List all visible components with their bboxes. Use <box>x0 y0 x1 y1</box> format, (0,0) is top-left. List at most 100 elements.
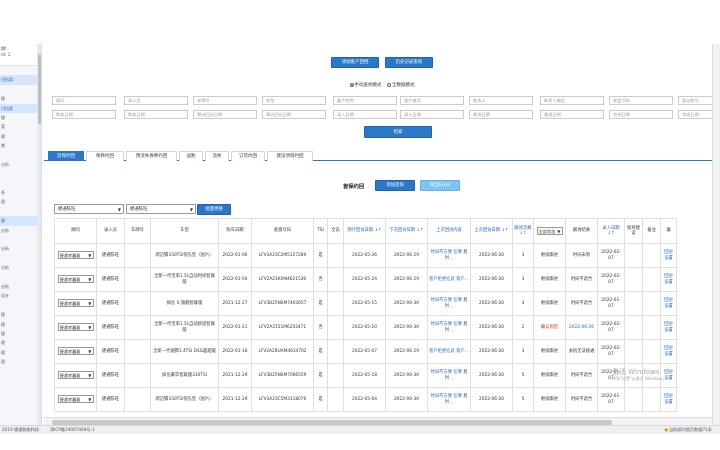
filter-input[interactable]: 录入日期 <box>400 110 464 119</box>
table-horizontal-scrollbar[interactable] <box>44 417 712 425</box>
sidebar-item[interactable] <box>0 179 41 188</box>
radio-manual-mode[interactable]: 手动查找模式 <box>349 82 382 88</box>
cell-op[interactable]: 回访 设置 <box>660 267 677 292</box>
sidebar-item[interactable] <box>0 301 41 310</box>
sidebar-item[interactable]: 理 <box>0 197 41 206</box>
filter-input[interactable]: 联系人 <box>469 96 533 105</box>
sidebar-item[interactable]: 理 <box>0 348 41 357</box>
filter-input[interactable]: 录入日期 <box>333 110 397 119</box>
filter-input[interactable]: 联系人电话 <box>540 96 604 105</box>
sidebar-item[interactable] <box>0 169 41 178</box>
sidebar-item[interactable]: 设计 <box>0 291 41 300</box>
cell-op[interactable]: 回访 设置 <box>660 339 677 364</box>
status-filter-select[interactable]: 全部状态 ▼ <box>536 226 563 235</box>
cell-last-content[interactable]: 时间不方便 在哪 看时... <box>427 291 471 316</box>
sidebar-scrollbar-thumb[interactable] <box>37 54 41 124</box>
batch-to-select[interactable]: 捷通陈旺 ▼ <box>126 204 196 214</box>
cell-op[interactable]: 回访 设置 <box>660 315 677 340</box>
cell-last-content[interactable]: 客户拒绝在此 客户... <box>427 339 471 364</box>
filter-input[interactable]: 车牌号 <box>193 96 257 105</box>
sidebar-item[interactable]: 期 <box>0 141 41 150</box>
advisor-select[interactable]: 捷通李鑫磊 ▼ <box>57 299 94 308</box>
advisor-select[interactable]: 捷通李鑫磊 ▼ <box>57 395 94 404</box>
column-header[interactable]: 下次回访日期 ↓↑ <box>385 218 428 244</box>
export-excel-button[interactable]: 导出Excel <box>420 180 460 191</box>
sidebar-item[interactable]: 理 <box>0 357 41 366</box>
sidebar-item[interactable]: 量 <box>0 216 41 226</box>
sidebar-item[interactable]: 分析 <box>0 244 41 253</box>
history-query-button[interactable]: 历史记录查询 <box>384 57 433 68</box>
filter-input[interactable]: 录入员 <box>124 96 188 105</box>
sidebar-item[interactable]: 理 <box>0 132 41 141</box>
filter-input[interactable]: 完成日期 <box>609 110 673 119</box>
batch-change-button[interactable]: 批量更换 <box>197 204 231 215</box>
sidebar-item[interactable]: 归挡案 <box>0 75 41 85</box>
add-first-service-button[interactable]: 添加首保 <box>375 180 415 191</box>
sidebar-item[interactable]: 理 <box>0 338 41 347</box>
sidebar-item[interactable] <box>0 273 41 282</box>
advisor-select[interactable]: 捷通李鑫磊 ▼ <box>57 251 94 260</box>
filter-input[interactable]: 跟进日期 <box>469 110 533 119</box>
filter-input[interactable]: 客户名称 <box>333 96 397 105</box>
cell-last-content[interactable]: 时间不方便 在哪 看时... <box>427 387 471 412</box>
tab[interactable]: 首保约回 <box>48 151 84 161</box>
tab[interactable]: 建议项目约回 <box>267 151 313 161</box>
sidebar-item[interactable]: 分析 <box>0 282 41 291</box>
sidebar-item[interactable]: 理 <box>0 329 41 338</box>
sidebar-item[interactable] <box>0 151 41 160</box>
tab[interactable]: 战败 <box>179 151 203 161</box>
sidebar-scrollbar[interactable] <box>37 44 41 425</box>
cell-last-date: 2022-06-20 <box>470 291 513 316</box>
cell-last-content[interactable]: 时间不方便 在哪 看时... <box>427 315 471 340</box>
cell-last-content[interactable]: 时间不方便 在哪 看时... <box>427 243 471 268</box>
sidebar-item[interactable] <box>0 66 41 75</box>
column-header[interactable]: 跟进次数 ↓↑ <box>512 218 534 244</box>
tab[interactable]: 预流失保养约回 <box>126 151 177 161</box>
column-header[interactable]: 录入日期 ↓↑ <box>597 218 625 244</box>
cell-last-content[interactable]: 客户拒绝在此 客户... <box>427 267 471 292</box>
horizontal-scrollbar-thumb[interactable] <box>52 419 612 425</box>
cell-op[interactable]: 回访 设置 <box>660 291 677 316</box>
tab[interactable]: 保养约回 <box>86 151 124 161</box>
sidebar-item[interactable]: 理 <box>0 320 41 329</box>
filter-input[interactable]: 预计回访日期 <box>193 110 257 119</box>
sidebar-item[interactable]: 理 <box>0 94 41 103</box>
column-header[interactable]: 全部状态 ▼ <box>533 218 566 244</box>
filter-input[interactable]: 跟进日期 <box>540 110 604 119</box>
radio-all-data-mode[interactable]: 全数据模式 <box>386 82 414 88</box>
sidebar-item[interactable]: 分析 <box>0 160 41 169</box>
page-vertical-scrollbar[interactable] <box>712 44 720 425</box>
filter-input[interactable]: 顾问 <box>52 96 116 105</box>
filter-input[interactable]: 客户电话 <box>400 96 464 105</box>
sidebar-item[interactable] <box>0 254 41 263</box>
cell-last-content[interactable]: 时间不方便 在哪 看时... <box>427 363 471 388</box>
sidebar-item[interactable] <box>0 235 41 244</box>
batch-from-select[interactable]: 捷通陈旺 ▼ <box>54 204 124 214</box>
filter-input[interactable]: 购车日期 <box>52 110 116 119</box>
advisor-select[interactable]: 捷通李鑫磊 ▼ <box>57 275 94 284</box>
advisor-select[interactable]: 捷通李鑫磊 ▼ <box>57 323 94 332</box>
filter-input[interactable]: 预计回访日期 <box>262 110 326 119</box>
add-customer-return-button[interactable]: 添加客户回档 <box>331 57 380 68</box>
sidebar-item[interactable] <box>0 85 41 94</box>
advisor-select[interactable]: 捷通李鑫磊 ▼ <box>57 371 94 380</box>
tab[interactable]: 流失 <box>205 151 229 161</box>
sidebar-item[interactable]: 归挡案 <box>0 103 41 113</box>
tab[interactable]: 订货约回 <box>231 151 265 161</box>
sidebar-item[interactable] <box>0 207 41 216</box>
column-header[interactable]: 预计回访日期 ↓↑ <box>343 218 386 244</box>
sidebar-item[interactable]: 理 <box>0 310 41 319</box>
sidebar-item[interactable]: 案 <box>0 122 41 131</box>
filter-input[interactable]: 购车日期 <box>124 110 188 119</box>
filter-input[interactable]: 车型 <box>262 96 326 105</box>
cell-op[interactable]: 回访 设置 <box>660 387 677 412</box>
sidebar-item[interactable]: 分析 <box>0 263 41 272</box>
sidebar-item[interactable]: 分析 <box>0 226 41 235</box>
search-button[interactable]: 检索 <box>364 126 432 138</box>
sidebar-item[interactable]: 系 <box>0 188 41 197</box>
advisor-select[interactable]: 捷通李鑫磊 ▼ <box>57 347 94 356</box>
cell-op[interactable]: 回访 设置 <box>660 243 677 268</box>
filter-input[interactable]: 底盘号码 <box>609 96 673 105</box>
column-header[interactable]: 上次回访日期 ↓↑ <box>470 218 513 244</box>
sidebar-item[interactable]: 理 <box>0 113 41 122</box>
